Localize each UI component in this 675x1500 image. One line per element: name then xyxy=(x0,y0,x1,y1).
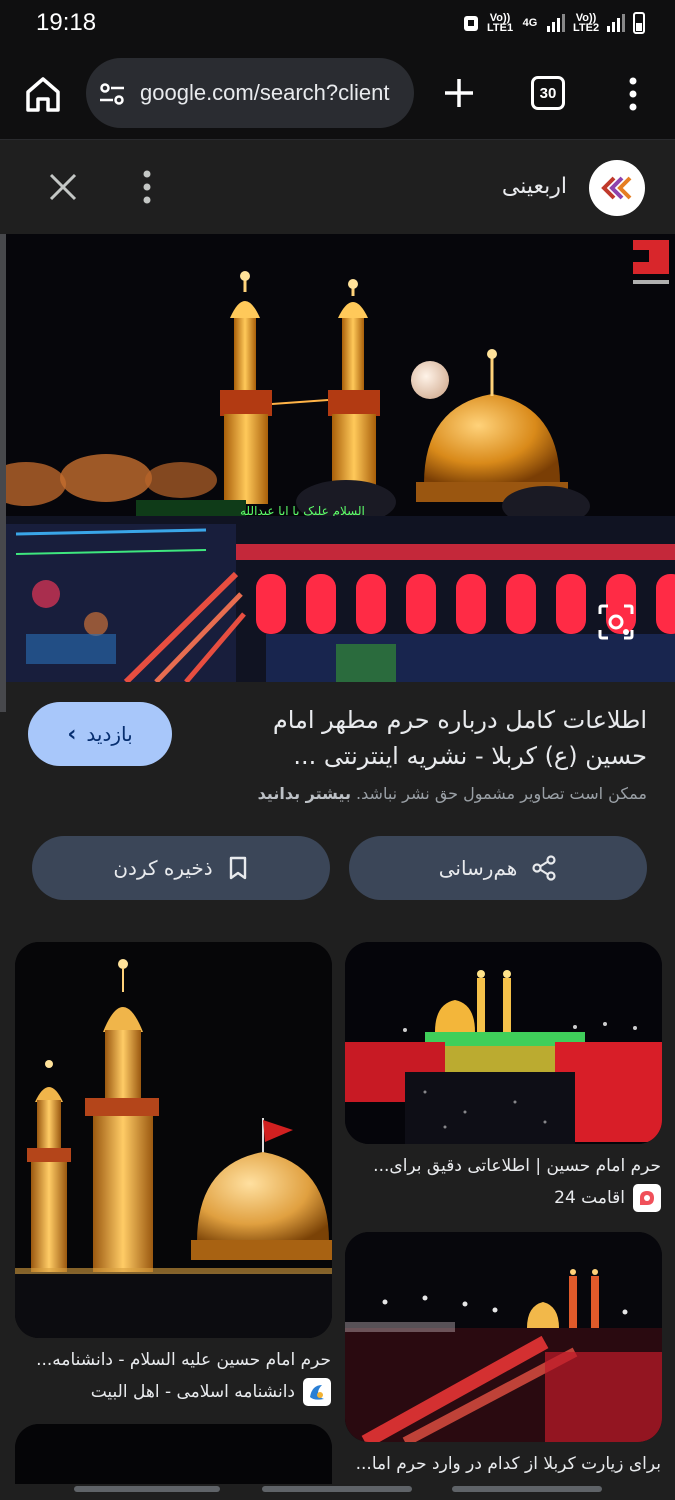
gesture-bar xyxy=(262,1486,412,1492)
status-time: 19:18 xyxy=(36,9,97,36)
signal-icon xyxy=(607,14,625,32)
home-icon[interactable] xyxy=(24,74,62,114)
share-icon xyxy=(532,855,556,881)
partial-image xyxy=(15,1424,332,1484)
watermark-logo xyxy=(633,240,669,284)
shrine-street-image xyxy=(345,1232,662,1442)
signal-icon xyxy=(547,14,565,32)
chevron-left-icon: ‹ xyxy=(67,721,77,747)
url-bar[interactable]: google.com/search?client xyxy=(86,58,414,128)
result-title[interactable]: اطلاعات کامل درباره حرم مطهر امام حسین (… xyxy=(207,702,647,774)
bookmark-icon xyxy=(229,856,246,880)
status-bar: 19:18 Vo)) LTE1 4G Vo)) LTE2 xyxy=(0,0,675,52)
share-label: هم‌رسانی xyxy=(438,856,518,880)
visit-button-label: بازدید xyxy=(86,722,133,746)
google-lens-icon[interactable] xyxy=(596,602,636,642)
related-caption[interactable]: حرم امام حسین علیه السلام - دانشنامه... xyxy=(14,1350,331,1370)
save-label: ذخیره کردن xyxy=(113,856,213,880)
wikiahlolbait-icon xyxy=(303,1378,331,1406)
shrine-banner: السلام علیک یا ابا عبدالله xyxy=(240,504,365,518)
network-label-1: Vo)) LTE1 xyxy=(487,12,514,34)
related-source-name: اقامت 24 xyxy=(554,1188,625,1208)
battery-icon xyxy=(633,12,645,34)
related-source[interactable]: اقامت 24 xyxy=(554,1184,661,1212)
site-settings-icon[interactable] xyxy=(98,80,126,108)
related-source[interactable]: دانشنامه اسلامی - اهل البیت xyxy=(91,1378,331,1406)
visit-button[interactable]: ‹ بازدید xyxy=(28,702,172,766)
gesture-bar xyxy=(74,1486,220,1492)
related-image[interactable] xyxy=(15,942,332,1338)
related-image[interactable] xyxy=(345,1232,662,1442)
copyright-note: ممکن است تصاویر مشمول حق نشر نباشد. بیشت… xyxy=(27,784,647,803)
network-label-2: 4G xyxy=(522,17,538,29)
related-caption[interactable]: حرم امام حسین | اطلاعاتی دقیق برای... xyxy=(344,1156,661,1176)
related-image[interactable] xyxy=(345,942,662,1144)
gesture-bar xyxy=(452,1486,602,1492)
status-icons: Vo)) LTE1 4G Vo)) LTE2 xyxy=(463,12,645,34)
source-name[interactable]: اربعینی xyxy=(502,174,567,199)
new-tab-icon[interactable] xyxy=(442,76,476,110)
close-icon[interactable] xyxy=(46,170,80,204)
more-menu-icon[interactable] xyxy=(620,74,646,114)
save-button[interactable]: ذخیره کردن xyxy=(32,836,330,900)
related-image[interactable] xyxy=(15,1424,332,1484)
share-button[interactable]: هم‌رسانی xyxy=(349,836,647,900)
eghamat24-icon xyxy=(633,1184,661,1212)
related-source-name: دانشنامه اسلامی - اهل البیت xyxy=(90,1382,295,1402)
shrine-minarets-image xyxy=(15,942,332,1338)
notification-icon xyxy=(464,16,478,31)
main-image[interactable]: السلام علیک یا ابا عبدالله xyxy=(6,234,675,682)
copyright-text: ممکن است تصاویر مشمول حق نشر نباشد. xyxy=(356,784,647,803)
browser-toolbar: google.com/search?client 30 xyxy=(0,52,675,140)
network-label-3: Vo)) LTE2 xyxy=(573,12,600,34)
source-logo-icon[interactable] xyxy=(589,160,645,216)
image-viewer-header: اربعینی xyxy=(0,142,675,234)
related-caption[interactable]: برای زیارت کربلا از کدام در وارد حرم اما… xyxy=(344,1454,661,1474)
viewer-menu-icon[interactable] xyxy=(134,168,160,206)
shrine-night-image: السلام علیک یا ابا عبدالله xyxy=(6,234,675,682)
learn-more-link[interactable]: بیشتر بدانید xyxy=(258,784,351,803)
url-text[interactable]: google.com/search?client xyxy=(140,80,404,106)
shrine-crowd-image xyxy=(345,942,662,1144)
tab-switcher-button[interactable]: 30 xyxy=(531,76,565,110)
